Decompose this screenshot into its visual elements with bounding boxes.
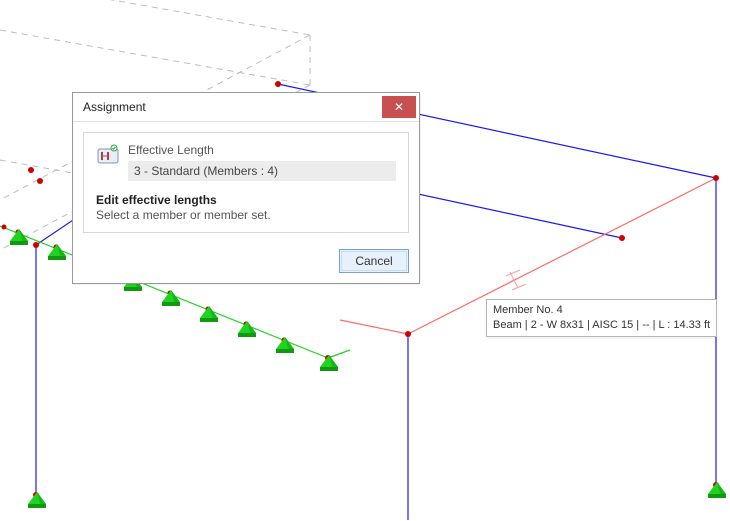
- close-button[interactable]: ✕: [382, 96, 416, 118]
- tooltip-line2: Beam | 2 - W 8x31 | AISC 15 | -- | L : 1…: [493, 318, 710, 333]
- support-icon: [27, 492, 45, 510]
- dialog-titlebar[interactable]: Assignment ✕: [73, 93, 419, 122]
- dialog-content-panel: Effective Length 3 - Standard (Members :…: [83, 132, 409, 233]
- assignment-dialog: Assignment ✕ Effective Length 3 - Standa…: [72, 92, 420, 284]
- support-icon: [47, 244, 65, 262]
- tooltip-line1: Member No. 4: [493, 303, 710, 318]
- support-icon: [707, 482, 725, 500]
- support-icon: [199, 306, 217, 324]
- member-tooltip: Member No. 4 Beam | 2 - W 8x31 | AISC 15…: [486, 299, 717, 337]
- selection-row[interactable]: 3 - Standard (Members : 4): [128, 161, 396, 181]
- message-title: Edit effective lengths: [96, 193, 396, 207]
- close-icon: ✕: [394, 100, 404, 114]
- support-icon: [275, 337, 293, 355]
- effective-length-icon: [96, 143, 120, 167]
- dialog-title: Assignment: [83, 100, 382, 114]
- section-title: Effective Length: [128, 143, 396, 157]
- message-body: Select a member or member set.: [96, 208, 396, 222]
- dialog-button-row: Cancel: [73, 243, 419, 283]
- support-icon: [9, 229, 27, 247]
- support-icon: [237, 321, 255, 339]
- support-icon: [319, 355, 337, 373]
- cancel-button[interactable]: Cancel: [339, 249, 409, 273]
- support-icon: [161, 290, 179, 308]
